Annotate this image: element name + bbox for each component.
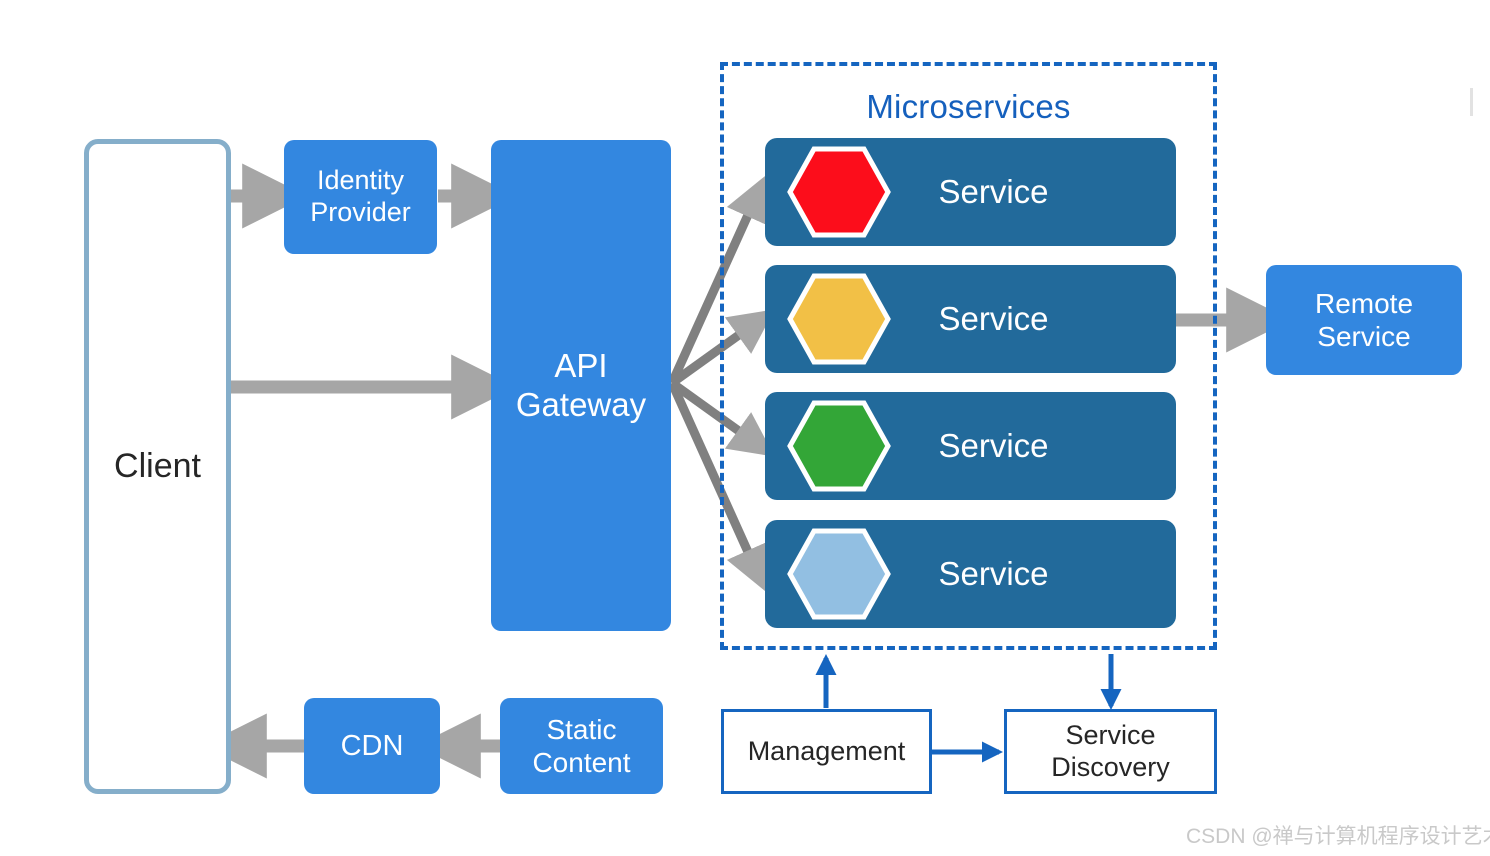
remote-service-label-line1: Remote xyxy=(1314,287,1414,319)
service-label-3: Service xyxy=(938,427,1049,464)
service-row-2[interactable]: Service xyxy=(765,265,1176,373)
service-row-4[interactable]: Service xyxy=(765,520,1176,628)
api-gateway-label: API Gateway xyxy=(516,347,646,425)
service-row-1[interactable]: Service xyxy=(765,138,1176,246)
management-box[interactable]: Management xyxy=(721,709,932,794)
service-discovery-box[interactable]: Service Discovery xyxy=(1004,709,1217,794)
service-label-2: Service xyxy=(938,300,1049,337)
static-content-label: Static Content xyxy=(532,713,630,779)
identity-provider-label-line2: Provider xyxy=(310,197,411,227)
watermark: CSDN @禅与计算机程序设计艺术 xyxy=(1186,825,1490,848)
static-content-label-line1: Static xyxy=(546,713,617,745)
client-label: Client xyxy=(114,447,201,486)
remote-service-box[interactable]: Remote Service xyxy=(1266,265,1462,375)
service-label-4: Service xyxy=(938,555,1049,592)
identity-provider-box[interactable]: Identity Provider xyxy=(284,140,437,254)
api-gateway-label-line1: API xyxy=(554,346,608,384)
identity-provider-label-line1: Identity xyxy=(316,165,405,196)
microservices-title: Microservices xyxy=(866,88,1071,125)
remote-service-label: Remote Service xyxy=(1315,287,1413,353)
service-label-1: Service xyxy=(938,173,1049,210)
service-row-3[interactable]: Service xyxy=(765,392,1176,500)
cdn-box[interactable]: CDN xyxy=(304,698,440,794)
render-artifact-line xyxy=(1470,88,1473,116)
diagram-canvas: Client Identity Provider API Gateway Mic… xyxy=(0,0,1490,856)
static-content-label-line2: Content xyxy=(532,747,631,778)
api-gateway-box[interactable]: API Gateway xyxy=(491,140,671,631)
static-content-box[interactable]: Static Content xyxy=(500,698,663,794)
identity-provider-label: Identity Provider xyxy=(310,165,411,229)
client-box[interactable]: Client xyxy=(84,139,231,794)
service-discovery-label: Service Discovery xyxy=(1051,720,1170,784)
remote-service-label-line2: Service xyxy=(1317,321,1411,352)
service-discovery-label-line1: Service xyxy=(1065,719,1156,750)
cdn-label: CDN xyxy=(340,729,404,762)
service-discovery-label-line2: Discovery xyxy=(1051,751,1170,782)
api-gateway-label-line2: Gateway xyxy=(515,385,647,423)
management-label: Management xyxy=(747,735,906,766)
